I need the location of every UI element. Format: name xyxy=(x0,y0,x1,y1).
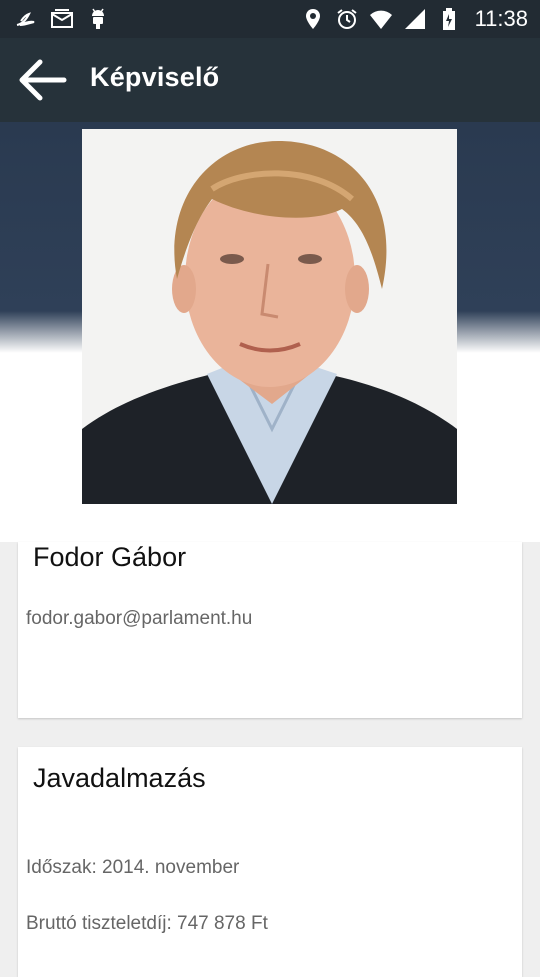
page-title: Képviselő xyxy=(90,62,220,92)
profile-card: Fodor Gábor fodor.gabor@parlament.hu xyxy=(18,542,522,718)
android-icon xyxy=(92,8,104,29)
status-time: 11:38 xyxy=(474,6,528,31)
period-text: Időszak: 2014. november xyxy=(26,857,240,878)
portrait-photo xyxy=(82,129,457,504)
mail-icon xyxy=(51,9,73,28)
signal-icon xyxy=(404,9,425,29)
alarm-icon xyxy=(336,9,357,29)
battery-icon xyxy=(442,8,455,30)
compensation-title: Javadalmazás xyxy=(33,763,206,793)
wifi-icon xyxy=(369,10,392,29)
location-icon xyxy=(305,9,320,29)
compensation-card: Javadalmazás Időszak: 2014. november Bru… xyxy=(18,747,522,977)
member-name: Fodor Gábor xyxy=(33,542,187,572)
back-button[interactable] xyxy=(14,56,70,104)
email-link[interactable]: fodor.gabor@parlament.hu xyxy=(26,608,252,630)
gross-salary-text: Bruttó tiszteletdíj: 747 878 Ft xyxy=(26,913,268,934)
feather-icon xyxy=(16,12,35,26)
arrow-left-icon xyxy=(19,59,67,101)
app-bar: Képviselő xyxy=(0,38,540,122)
status-bar: 11:38 xyxy=(0,0,540,38)
